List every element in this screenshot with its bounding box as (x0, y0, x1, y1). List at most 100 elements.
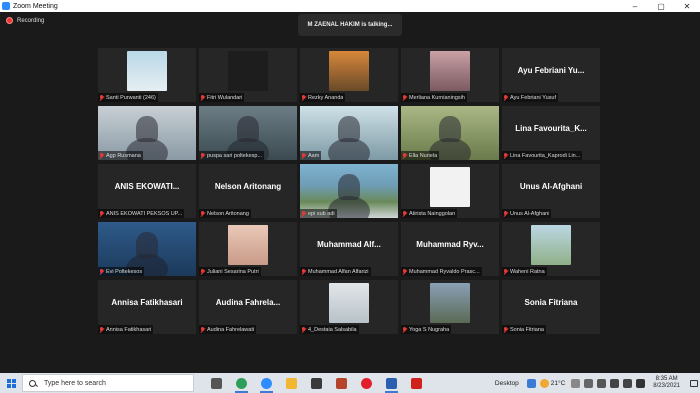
participant-name-bar: Annisa Fatikhasari (98, 325, 154, 334)
participant-tile[interactable]: Rezky Ananda (300, 48, 398, 102)
recording-indicator[interactable]: Recording (6, 17, 44, 24)
participant-avatar (430, 167, 470, 207)
taskbar-clock[interactable]: 8:35 AM 8/23/2021 (653, 376, 680, 390)
mic-muted-icon (503, 152, 508, 159)
participant-tile[interactable]: Ayu Febriani Yu... Ayu Febriani Yusuf (502, 48, 600, 102)
participant-tile[interactable]: epi sub adi (300, 164, 398, 218)
dropbox-icon[interactable] (526, 378, 536, 388)
mic-muted-icon (99, 94, 104, 101)
participant-tile[interactable]: Annisa Fatikhasari Annisa Fatikhasari (98, 280, 196, 334)
mic-muted-icon (301, 268, 306, 275)
participant-name: Unus Al-Afghani (510, 210, 550, 217)
recording-icon (6, 17, 13, 24)
start-button[interactable] (0, 373, 22, 393)
participant-tile[interactable]: Juliani Sesarina Putri (199, 222, 297, 276)
minimize-button[interactable]: – (622, 0, 648, 12)
participant-tile[interactable]: Aam (300, 106, 398, 160)
participant-name: Nelson Aritonang (207, 210, 249, 217)
taskbar-app-opera[interactable] (354, 373, 379, 393)
participant-tile[interactable]: Muhammad Alf... Muhammad Alfan Alfarizi (300, 222, 398, 276)
participant-name: Agp Rusmana (106, 152, 141, 159)
show-hidden-icons[interactable] (584, 378, 594, 388)
participant-avatar (228, 51, 268, 91)
taskbar-app-garuda[interactable] (329, 373, 354, 393)
system-tray: Desktop 21°C 8:35 AM 8/23/2021 (495, 373, 700, 393)
chrome-icon (236, 377, 247, 389)
windows-taskbar: Type here to search Desktop 21°C 8:35 AM… (0, 373, 700, 393)
taskbar-app-file-explorer[interactable] (279, 373, 304, 393)
taskbar-apps (204, 373, 429, 393)
participant-tile[interactable]: puspa sari poltekesp... (199, 106, 297, 160)
participant-name: Aam (308, 152, 320, 159)
participant-tile[interactable]: 4_Destaia Salsabila (300, 280, 398, 334)
participant-name: Juliani Sesarina Putri (207, 268, 259, 275)
mic-muted-icon (402, 152, 407, 159)
participant-name-bar: Nelson Aritonang (199, 209, 251, 218)
participant-tile[interactable]: Fitri Wulandari (199, 48, 297, 102)
participant-avatar (127, 51, 167, 91)
mic-muted-icon (301, 210, 306, 217)
participant-tile[interactable]: Santi Purwanti (246) (98, 48, 196, 102)
desktop-toolbar-label[interactable]: Desktop (495, 380, 519, 387)
mic-muted-icon (99, 210, 104, 217)
taskbar-app-task-view[interactable] (204, 373, 229, 393)
participant-tile[interactable]: Waheni Ratna (502, 222, 600, 276)
participant-name-bar: Evi Poltekesos (98, 267, 145, 276)
garuda-icon (336, 377, 347, 389)
mic-muted-icon (301, 152, 306, 159)
participant-tile[interactable]: Yoga S Nugraha (401, 280, 499, 334)
taskbar-search-box[interactable]: Type here to search (22, 374, 194, 392)
participant-tile[interactable]: Nelson Aritonang Nelson Aritonang (199, 164, 297, 218)
participant-name: Yoga S Nugraha (409, 326, 450, 333)
taskbar-app-zoom[interactable] (254, 373, 279, 393)
zoom-icon (261, 377, 272, 389)
mic-muted-icon (402, 94, 407, 101)
participant-avatar (531, 225, 571, 265)
taskbar-app-chrome[interactable] (229, 373, 254, 393)
volume-icon[interactable] (623, 378, 633, 388)
participant-display-name: Ayu Febriani Yu... (517, 66, 585, 75)
participant-display-name: Muhammad Alf... (317, 240, 381, 249)
people-icon[interactable] (571, 378, 581, 388)
participant-tile[interactable]: Evi Poltekesos (98, 222, 196, 276)
participant-avatar (228, 225, 268, 265)
participant-tile[interactable]: Lina Favourita_K... Lina Favourita_Kaprod… (502, 106, 600, 160)
close-button[interactable]: ✕ (674, 0, 700, 12)
participant-tile[interactable]: Ella Nuriela (401, 106, 499, 160)
mic-muted-icon (200, 326, 205, 333)
taskbar-app-acrobat[interactable] (404, 373, 429, 393)
participant-name: 4_Destaia Salsabila (308, 326, 357, 333)
wifi-icon[interactable] (610, 378, 620, 388)
notifications-button[interactable] (688, 373, 700, 393)
participant-avatar (329, 51, 369, 91)
participant-tile[interactable]: Muhammad Ryv... Muhammad Ryvaldo Prasc... (401, 222, 499, 276)
opera-icon (361, 377, 372, 389)
participant-tile[interactable]: Unus Al-Afghani Unus Al-Afghani (502, 164, 600, 218)
battery-icon[interactable] (597, 378, 607, 388)
participant-name-bar: ANIS EKOWATI PEKSOS UP... (98, 209, 185, 218)
clock-time: 8:35 AM (655, 376, 678, 382)
taskbar-app-word[interactable] (379, 373, 404, 393)
participant-name-bar: epi sub adi (300, 209, 337, 218)
participant-tile[interactable]: ANIS EKOWATI... ANIS EKOWATI PEKSOS UP... (98, 164, 196, 218)
weather-icon[interactable] (539, 378, 549, 388)
participant-avatar (329, 283, 369, 323)
participant-tile[interactable]: Sonia Fitriana Sonia Fitriana (502, 280, 600, 334)
talking-banner: M ZAENAL HAKIM is talking... (298, 14, 402, 36)
participant-name: Waheni Ratna (510, 268, 545, 275)
participant-display-name: Muhammad Ryv... (416, 240, 484, 249)
taskbar-app-store[interactable] (304, 373, 329, 393)
participant-tile[interactable]: Atirista Nainggolan (401, 164, 499, 218)
keyboard-icon[interactable] (636, 378, 646, 388)
participant-tile[interactable]: Audina Fahrela... Audina Fahrelawati (199, 280, 297, 334)
windows-logo-icon (6, 378, 16, 388)
participant-name-bar: Ella Nuriela (401, 151, 440, 160)
participant-name: Evi Poltekesos (106, 268, 143, 275)
window-title: Zoom Meeting (13, 2, 58, 10)
participant-tile[interactable]: Merliana Kurnianingsih (401, 48, 499, 102)
participant-tile[interactable]: Agp Rusmana (98, 106, 196, 160)
temperature[interactable]: 21°C (551, 380, 566, 387)
participant-name-bar: Fitri Wulandari (199, 93, 245, 102)
mic-muted-icon (402, 268, 407, 275)
maximize-button[interactable]: ▢ (648, 0, 674, 12)
